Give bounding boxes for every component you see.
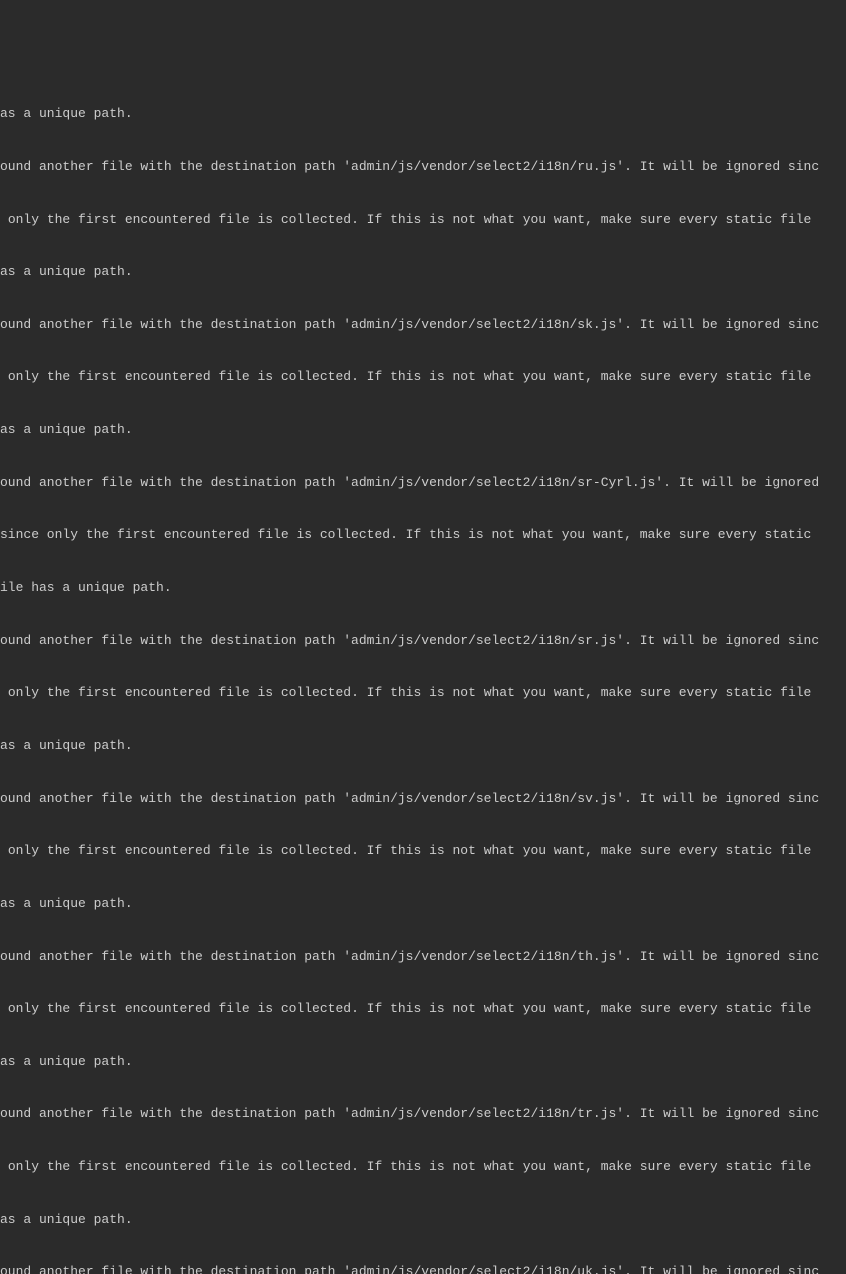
terminal-line: as a unique path. — [0, 1211, 846, 1229]
terminal-line: ound another file with the destination p… — [0, 790, 846, 808]
terminal-line: ound another file with the destination p… — [0, 1105, 846, 1123]
terminal-line: only the first encountered file is colle… — [0, 1158, 846, 1176]
terminal-line: only the first encountered file is colle… — [0, 684, 846, 702]
terminal-line: since only the first encountered file is… — [0, 526, 846, 544]
terminal-line: only the first encountered file is colle… — [0, 842, 846, 860]
terminal-line: as a unique path. — [0, 737, 846, 755]
terminal-line: ile has a unique path. — [0, 579, 846, 597]
terminal-line: as a unique path. — [0, 1053, 846, 1071]
terminal-line: as a unique path. — [0, 105, 846, 123]
terminal-line: only the first encountered file is colle… — [0, 368, 846, 386]
terminal-output[interactable]: as a unique path. ound another file with… — [0, 70, 846, 1274]
terminal-line: ound another file with the destination p… — [0, 632, 846, 650]
terminal-line: only the first encountered file is colle… — [0, 1000, 846, 1018]
terminal-line: ound another file with the destination p… — [0, 474, 846, 492]
terminal-line: ound another file with the destination p… — [0, 948, 846, 966]
terminal-line: ound another file with the destination p… — [0, 316, 846, 334]
terminal-line: only the first encountered file is colle… — [0, 211, 846, 229]
terminal-line: as a unique path. — [0, 895, 846, 913]
terminal-line: as a unique path. — [0, 263, 846, 281]
terminal-line: as a unique path. — [0, 421, 846, 439]
terminal-line: ound another file with the destination p… — [0, 1263, 846, 1274]
terminal-line: ound another file with the destination p… — [0, 158, 846, 176]
